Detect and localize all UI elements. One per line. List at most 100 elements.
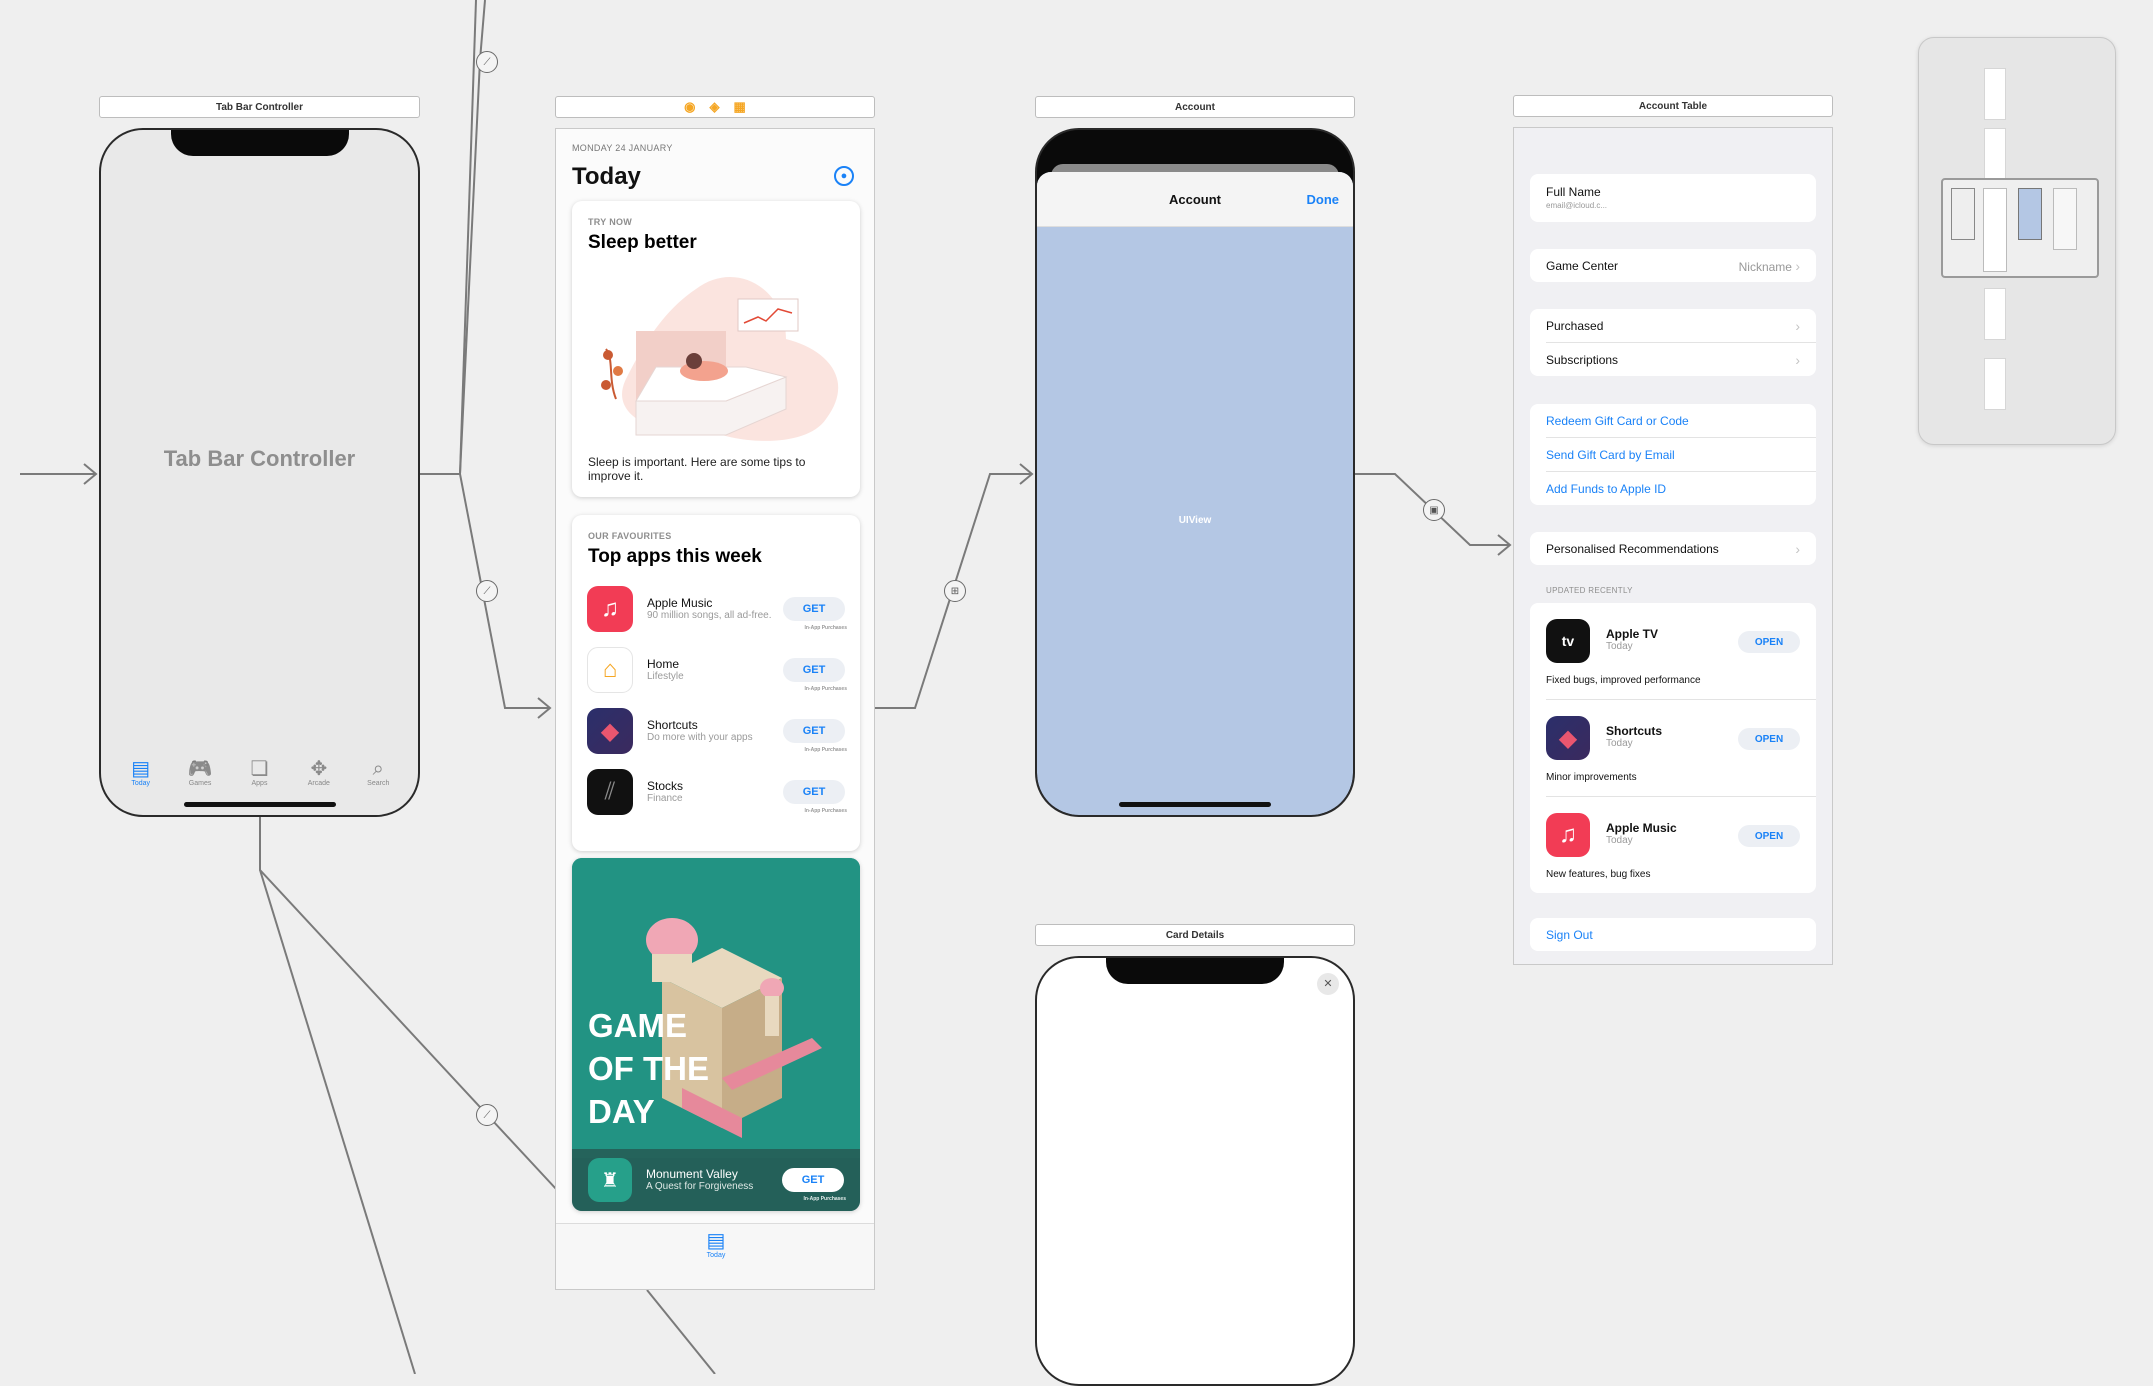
home-indicator <box>183 802 336 807</box>
get-button[interactable]: GET In-App Purchases <box>783 597 847 631</box>
scene-title-account[interactable]: Account <box>1035 96 1355 118</box>
app-name: Shortcuts <box>647 718 698 732</box>
scene-title-card-details[interactable]: Card Details <box>1035 924 1355 946</box>
tab-label: Apps <box>251 780 268 787</box>
minimap-viewport[interactable] <box>1941 178 2099 278</box>
first-responder-icon[interactable]: ◈ <box>710 99 720 115</box>
card-details-scene[interactable]: ✕ <box>1035 956 1355 1386</box>
open-button[interactable]: OPEN <box>1738 728 1800 750</box>
get-button[interactable]: GET In-App Purchases <box>783 780 847 814</box>
card-title: Sleep better <box>588 232 697 253</box>
nickname-value: Nickname <box>1738 259 1792 274</box>
button-label: GET <box>802 603 826 615</box>
segue-icon[interactable]: ⟋ <box>476 51 498 73</box>
account-table-scene[interactable]: Full Name email@icloud.c... Game Center N… <box>1513 127 1833 965</box>
sleep-better-card[interactable]: TRY NOW Sleep better Sleep is important.… <box>572 201 860 497</box>
minimap-scene <box>1984 358 2006 410</box>
done-button[interactable]: Done <box>1307 192 1340 207</box>
home-app-icon: ⌂ <box>587 647 633 693</box>
tab-arcade[interactable]: ✥ Arcade <box>294 758 344 787</box>
get-button[interactable]: GET In-App Purchases <box>782 1168 846 1202</box>
personalised-recommendations-row[interactable]: Personalised Recommendations › <box>1546 532 1816 565</box>
segue-icon[interactable]: ⟋ <box>476 1104 498 1126</box>
minimap-scene <box>1983 188 2007 272</box>
tab-label: Arcade <box>307 780 330 787</box>
tab-today[interactable]: ▤ Today <box>116 758 166 787</box>
purchased-row[interactable]: Purchased › <box>1546 309 1816 343</box>
app-subtitle: Lifestyle <box>647 671 684 682</box>
row-label: Subscriptions <box>1546 352 1619 367</box>
account-avatar-button[interactable]: ● <box>834 166 854 186</box>
today-scene[interactable]: MONDAY 24 JANUARY Today ● TRY NOW Sleep … <box>555 128 875 1290</box>
tab-search[interactable]: ⌕ Search <box>353 758 403 787</box>
device-notch <box>1106 958 1284 984</box>
sign-out-button[interactable]: Sign Out <box>1546 918 1816 951</box>
game-center-group: Game Center Nickname › <box>1530 249 1816 282</box>
section-header: UPDATED RECENTLY <box>1546 586 1633 595</box>
featured-app-bar[interactable]: ♜ Monument Valley A Quest for Forgiveness… <box>572 1149 860 1211</box>
list-item[interactable]: tv Apple TV Today OPEN Fixed bugs, impro… <box>1546 603 1816 700</box>
app-subtitle: Do more with your apps <box>647 732 753 743</box>
minimap-scene <box>1984 128 2006 180</box>
get-button[interactable]: GET In-App Purchases <box>783 719 847 753</box>
stocks-icon: ⫽ <box>587 769 633 815</box>
game-center-row[interactable]: Game Center Nickname › <box>1546 249 1816 282</box>
button-label: GET <box>802 786 826 798</box>
segue-icon[interactable]: ▣ <box>1423 499 1445 521</box>
subscriptions-row[interactable]: Subscriptions › <box>1546 343 1816 376</box>
list-item[interactable]: ♫ Apple Music Today OPEN New features, b… <box>1546 797 1816 893</box>
add-funds-link[interactable]: Add Funds to Apple ID <box>1546 472 1816 505</box>
card-title: Top apps this week <box>588 546 762 567</box>
tab-games[interactable]: 🎮 Games <box>175 758 225 787</box>
tab-bar-controller-scene[interactable]: Tab Bar Controller ▤ Today 🎮 Games ❏ Apps ✥… <box>99 128 420 817</box>
send-gift-card-link[interactable]: Send Gift Card by Email <box>1546 438 1816 472</box>
segue-icon[interactable]: ⟋ <box>476 580 498 602</box>
account-scene[interactable]: Account Done UIView <box>1035 128 1355 817</box>
scene-title-account-table[interactable]: Account Table <box>1513 95 1833 117</box>
tab-apps[interactable]: ❏ Apps <box>234 758 284 787</box>
app-name: Apple Music <box>647 596 713 610</box>
today-date: MONDAY 24 JANUARY <box>572 143 673 153</box>
page-title: Today <box>572 163 641 190</box>
minimap-scene <box>1951 188 1975 240</box>
open-button[interactable]: OPEN <box>1738 631 1800 653</box>
minimap-scene <box>1984 288 2006 340</box>
tab-bar: ▤ Today 🎮 Games ❏ Apps ✥ Arcade ⌕ Search <box>101 758 418 787</box>
release-notes: Fixed bugs, improved performance <box>1546 675 1701 686</box>
game-of-the-day-headline: GAME OF THE DAY <box>588 1004 709 1133</box>
game-of-the-day-card[interactable]: GAME OF THE DAY ♜ Monument Valley A Quest… <box>572 858 860 1211</box>
segue-icon[interactable]: ⊞ <box>944 580 966 602</box>
apple-music-icon: ♫ <box>587 586 633 632</box>
get-button[interactable]: GET In-App Purchases <box>783 658 847 692</box>
shortcuts-icon: ◆ <box>587 708 633 754</box>
apple-music-icon: ♫ <box>1546 813 1590 857</box>
list-item[interactable]: ♫ Apple Music 90 million songs, all ad-fr… <box>587 579 847 639</box>
in-app-purchases-label: In-App Purchases <box>803 1196 846 1202</box>
scene-title-tab-bar-controller[interactable]: Tab Bar Controller <box>99 96 420 118</box>
app-subtitle: Finance <box>647 793 683 804</box>
profile-group[interactable]: Full Name email@icloud.c... <box>1530 174 1816 222</box>
list-item[interactable]: ◆ Shortcuts Do more with your apps GET In-… <box>587 701 847 761</box>
app-subtitle: 90 million songs, all ad-free. <box>647 610 772 621</box>
tab-today[interactable]: ▤ Today <box>691 1230 741 1259</box>
storyboard-minimap[interactable] <box>1918 37 2116 445</box>
view-controller-icon[interactable]: ◉ <box>684 99 695 115</box>
list-item[interactable]: ⫽ Stocks Finance GET In-App Purchases <box>587 762 847 822</box>
scene-title-today[interactable]: ◉ ◈ ▦ <box>555 96 875 118</box>
purchases-group: Purchased › Subscriptions › <box>1530 309 1816 376</box>
app-name: Apple TV <box>1606 627 1659 641</box>
exit-icon[interactable]: ▦ <box>734 99 746 115</box>
tab-label: Today <box>131 780 151 787</box>
open-button[interactable]: OPEN <box>1738 825 1800 847</box>
email-label: email@icloud.c... <box>1546 201 1608 210</box>
list-item[interactable]: ◆ Shortcuts Today OPEN Minor improvement… <box>1546 700 1816 797</box>
close-icon[interactable]: ✕ <box>1317 973 1339 995</box>
top-apps-card[interactable]: OUR FAVOURITES Top apps this week ♫ Appl… <box>572 515 860 851</box>
list-item[interactable]: ⌂ Home Lifestyle GET In-App Purchases <box>587 640 847 700</box>
device-notch <box>170 130 349 156</box>
sleep-illustration <box>601 277 839 441</box>
headline-line: GAME <box>588 1007 687 1044</box>
redeem-gift-card-link[interactable]: Redeem Gift Card or Code <box>1546 404 1816 438</box>
today-tab-bar: ▤ Today <box>556 1223 874 1289</box>
minimap-scene <box>2053 188 2077 250</box>
